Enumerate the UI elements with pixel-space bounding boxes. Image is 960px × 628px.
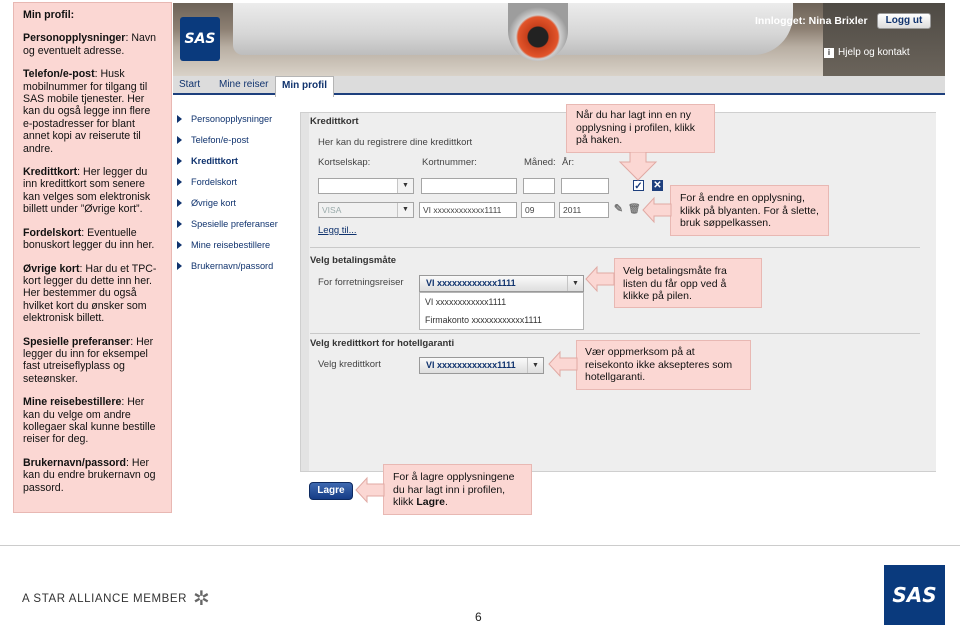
tab-start[interactable]: Start [173, 76, 206, 95]
help-title: Min profil: [23, 9, 75, 21]
sas-logo[interactable]: SAS [180, 17, 220, 61]
callout-arrow [642, 196, 672, 224]
help-paragraph: Fordelskort: Eventuelle bonuskort legger… [23, 226, 155, 252]
payment-label: For forretningsreiser [318, 277, 404, 288]
pencil-icon[interactable]: ✎ [613, 204, 624, 215]
sidebar-item-spesielle-preferanser[interactable]: Spesielle preferanser [177, 219, 278, 229]
sidebar-item-telefon-epost[interactable]: Telefon/e-post [177, 135, 249, 145]
sidebar-item-mine-reisebestillere[interactable]: Mine reisebestillere [177, 240, 270, 250]
logged-in-user: Innlogget: Nina Brixler [755, 15, 868, 27]
arrow-right-icon [177, 220, 182, 228]
help-paragraph: Øvrige kort: Har du et TPC-kort legger d… [23, 262, 157, 325]
help-contact-label: Hjelp og kontakt [838, 47, 910, 58]
payment-select[interactable]: VI xxxxxxxxxxxx1111 ▼ [419, 275, 584, 292]
col-month-label: Måned: [524, 157, 556, 168]
payment-title: Velg betalingsmåte [310, 255, 397, 266]
chevron-down-icon: ▼ [397, 179, 413, 193]
logout-button[interactable]: Logg ut [877, 13, 931, 29]
hotel-card-select[interactable]: VI xxxxxxxxxxxx1111 ▼ [419, 357, 544, 374]
saved-card-company: VISA ▼ [318, 202, 414, 218]
help-paragraph: Personopplysninger: Navn og eventuelt ad… [23, 32, 157, 57]
arrow-right-icon [177, 178, 182, 186]
arrow-right-icon [177, 241, 182, 249]
arrow-right-icon [177, 136, 182, 144]
col-company-label: Kortselskap: [318, 157, 371, 168]
chevron-down-icon: ▼ [567, 276, 583, 291]
card-number-input[interactable] [421, 178, 517, 194]
callout-arrow [355, 476, 385, 504]
card-year-input[interactable] [561, 178, 609, 194]
chevron-down-icon: ▼ [527, 358, 543, 373]
callout-change-info: For å endre en opplysning, klikk på blya… [670, 185, 829, 236]
col-year-label: År: [562, 157, 575, 168]
add-card-link[interactable]: Legg til... [318, 225, 357, 236]
section-divider [310, 247, 920, 248]
trash-icon[interactable]: 🗑 [628, 204, 641, 215]
credit-card-title: Kredittkort [310, 116, 359, 127]
sidebar-item-fordelskort[interactable]: Fordelskort [177, 177, 237, 187]
sidebar-item-ovrige-kort[interactable]: Øvrige kort [177, 198, 236, 208]
arrow-right-icon [177, 199, 182, 207]
payment-options-list: VI xxxxxxxxxxxx1111 Firmakonto xxxxxxxxx… [419, 292, 584, 330]
payment-option[interactable]: Firmakonto xxxxxxxxxxxx1111 [420, 311, 583, 329]
help-panel: Min profil: Personopplysninger: Navn og … [13, 2, 172, 513]
header-banner [173, 3, 945, 76]
card-company-select[interactable]: ▼ [318, 178, 414, 194]
hotel-title: Velg kredittkort for hotellgaranti [310, 338, 455, 349]
footer-sas-logo: SAS [884, 565, 945, 625]
help-paragraph: Mine reisebestillere: Her kan du velge o… [23, 396, 156, 446]
star-alliance-text: A STAR ALLIANCE MEMBER [22, 593, 188, 605]
sidebar-item-brukernavn-passord[interactable]: Brukernavn/passord [177, 261, 273, 271]
arrow-right-icon [177, 262, 182, 270]
col-number-label: Kortnummer: [422, 157, 477, 168]
callout-payment-info: Velg betalingsmåte fra listen du får opp… [614, 258, 762, 308]
help-paragraph: Brukernavn/passord: Her kan du endre bru… [23, 456, 156, 494]
help-paragraph: Telefon/e-post: Husk mobilnummer for til… [23, 68, 151, 155]
save-button[interactable]: Lagre [309, 482, 353, 500]
credit-card-intro: Her kan du registrere dine kredittkort [318, 137, 473, 148]
saved-card-month: 09 [521, 202, 555, 218]
tab-min-profil[interactable]: Min profil [275, 76, 334, 97]
footer-divider [0, 545, 960, 546]
hotel-label: Velg kredittkort [318, 359, 381, 370]
section-divider [310, 333, 920, 334]
callout-arrow [585, 265, 615, 293]
help-paragraph: Kredittkort: Her legger du inn kredittko… [23, 166, 151, 216]
chevron-down-icon: ▼ [397, 203, 413, 217]
callout-new-info: Når du har lagt inn en ny opplysning i p… [566, 104, 715, 153]
tab-bar: Start Mine reiser Min profil [173, 76, 945, 97]
sidebar-item-kredittkort[interactable]: Kredittkort [177, 156, 238, 166]
card-month-input[interactable] [523, 178, 555, 194]
callout-arrow [618, 152, 658, 181]
star-alliance-icon: ✲ [193, 588, 210, 610]
callout-hotel-info: Vær oppmerksom på at reisekonto ikke aks… [576, 340, 751, 390]
saved-card-number: VI xxxxxxxxxxxx1111 [419, 202, 517, 218]
arrow-right-icon [177, 115, 182, 123]
callout-arrow [548, 350, 578, 378]
saved-card-year: 2011 [559, 202, 609, 218]
sidebar-item-personopplysninger[interactable]: Personopplysninger [177, 114, 272, 124]
payment-option[interactable]: VI xxxxxxxxxxxx1111 [420, 293, 583, 311]
page-number: 6 [475, 610, 482, 624]
help-paragraph: Spesielle preferanser: Her legger du inn… [23, 335, 154, 385]
tab-mine-reiser[interactable]: Mine reiser [213, 76, 274, 95]
arrow-right-icon [177, 157, 182, 165]
callout-save-info: For å lagre opplysningene du har lagt in… [383, 464, 532, 515]
info-icon: i [824, 48, 834, 58]
engine-image [508, 3, 568, 61]
help-contact-link[interactable]: i Hjelp og kontakt [824, 47, 910, 58]
